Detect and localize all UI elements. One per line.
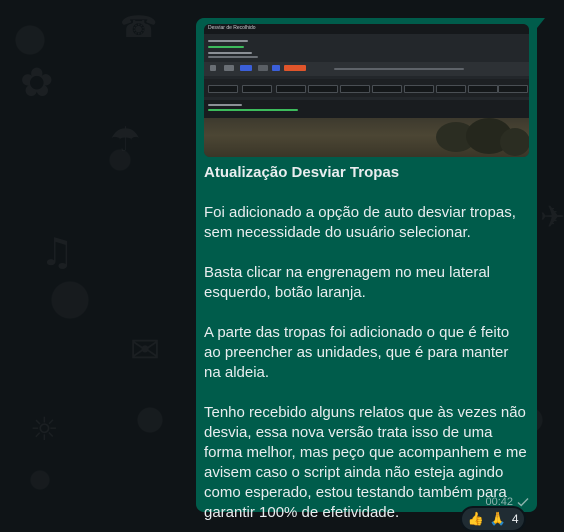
bubble-tail	[537, 18, 545, 28]
thumbnail-line	[208, 104, 242, 106]
thumbnail-line	[208, 46, 244, 48]
single-check-icon	[517, 498, 529, 507]
thumbnail-line	[208, 56, 258, 58]
thumbnail-input	[340, 85, 370, 93]
thumbnail-input	[498, 85, 528, 93]
thumbnail-line	[208, 40, 248, 42]
thumbnail-input	[372, 85, 402, 93]
thumbnail-tree	[500, 128, 529, 156]
thumbnail-input	[404, 85, 434, 93]
thumbnail-photo	[204, 118, 529, 157]
thumbs-up-reaction-icon: 👍	[467, 511, 484, 527]
reaction-count: 4	[511, 512, 519, 526]
thumbnail-input	[436, 85, 466, 93]
thumbnail-input	[308, 85, 338, 93]
reactions-pill[interactable]: 👍 🙏 4	[460, 506, 526, 532]
message-paragraph: A parte das tropas foi adicionado o que …	[204, 324, 510, 381]
thumbnail-line	[208, 109, 298, 111]
thumbnail-inputs-row	[204, 79, 529, 97]
thumbnail-button	[224, 65, 234, 71]
thumbnail-panel	[204, 100, 529, 118]
attachment-thumbnail[interactable]: Desviar de Recolhido	[204, 24, 529, 157]
thumbnail-input	[468, 85, 498, 93]
thumbnail-input	[242, 85, 272, 93]
thumbnail-line	[208, 52, 252, 54]
message-paragraph: Tenho recebido alguns relatos que às vez…	[204, 404, 527, 521]
message-paragraph: Foi adicionado a opção de auto desviar t…	[204, 204, 516, 241]
thumbnail-button	[258, 65, 268, 71]
thumbnail-orange-button	[284, 65, 306, 71]
thumbnail-line	[334, 68, 464, 70]
thumbnail-input	[208, 85, 238, 93]
thumbnail-button	[272, 65, 280, 71]
thumbnail-toolbar	[204, 62, 529, 76]
pray-reaction-icon: 🙏	[489, 511, 506, 527]
message-paragraph: Basta clicar na engrenagem no meu latera…	[204, 264, 490, 301]
thumbnail-button	[240, 65, 252, 71]
thumbnail-input	[276, 85, 306, 93]
message-text: Atualização Desviar Tropas Foi adicionad…	[204, 163, 529, 523]
thumbnail-titlebar: Desviar de Recolhido	[204, 24, 529, 34]
outgoing-message-bubble[interactable]: Desviar de Recolhido Atualização Desviar…	[196, 18, 537, 521]
thumbnail-title: Desviar de Recolhido	[208, 25, 256, 31]
thumbnail-button	[210, 65, 216, 71]
message-heading: Atualização Desviar Tropas	[204, 164, 400, 181]
